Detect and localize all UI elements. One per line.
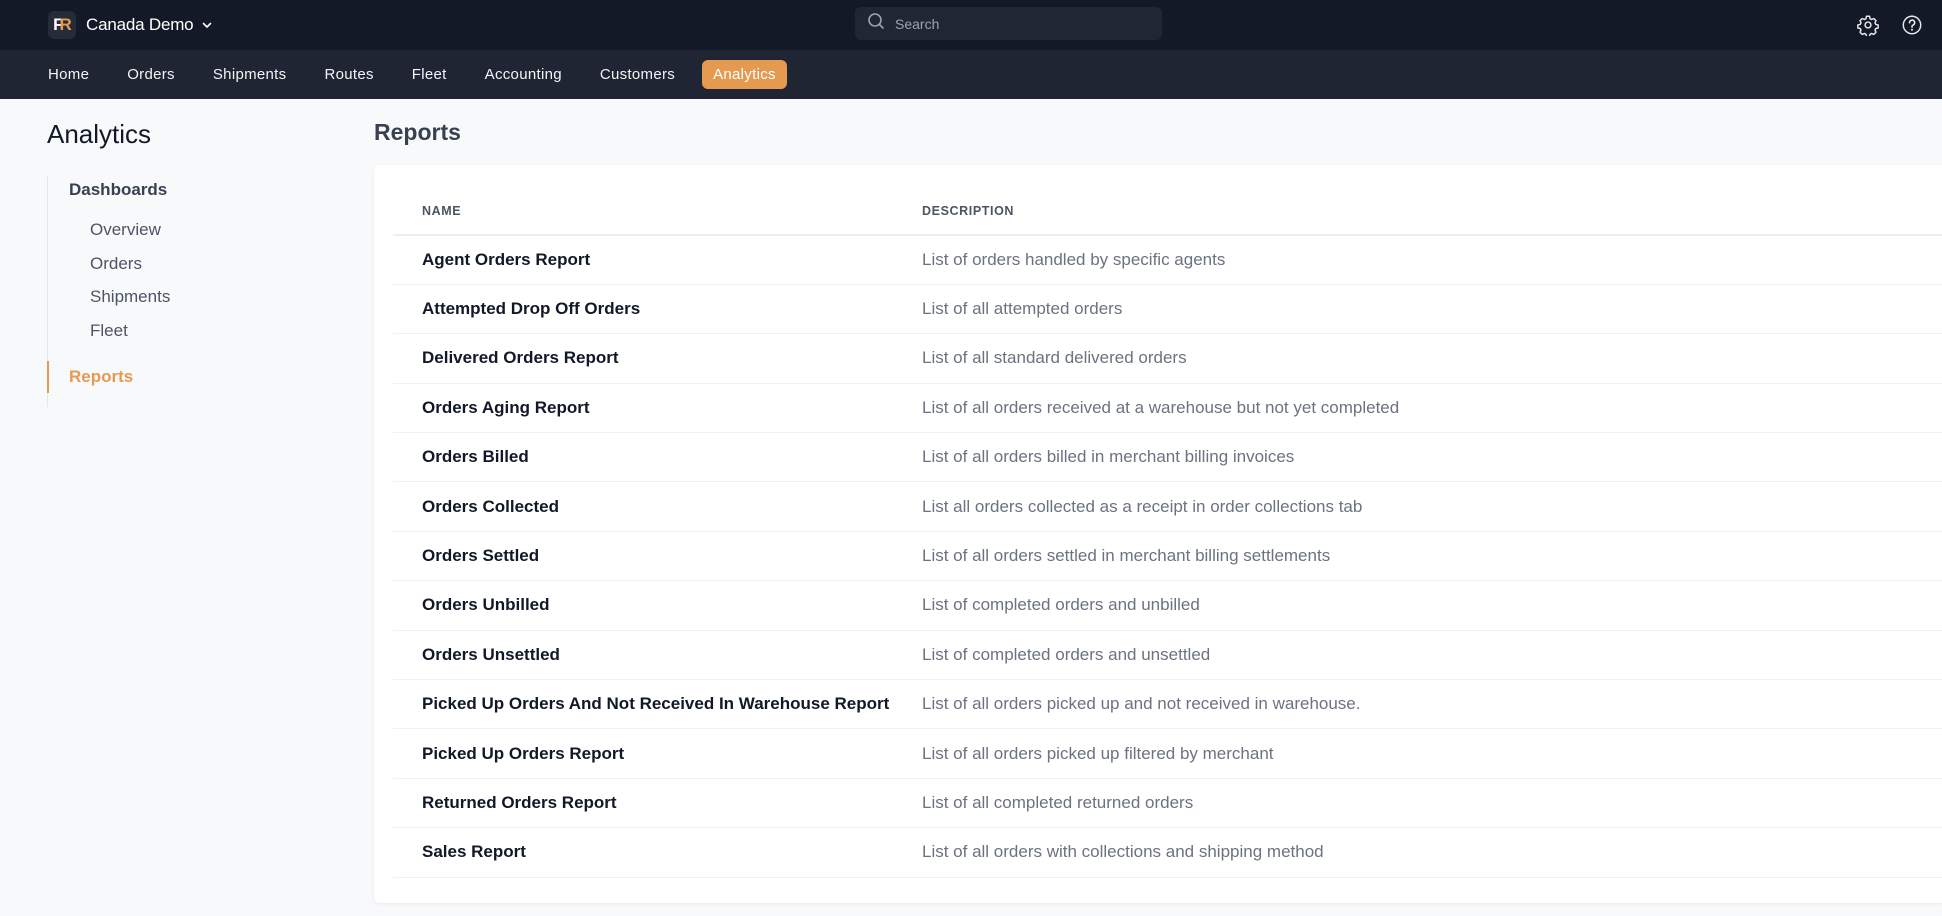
- report-name-link[interactable]: Picked Up Orders Report: [393, 728, 922, 779]
- table-header-row: NAME DESCRIPTION: [393, 187, 1942, 236]
- table-row[interactable]: Returned Orders Report List of all comple…: [393, 778, 1942, 829]
- sidebar-item-fleet[interactable]: Fleet: [48, 314, 374, 348]
- report-name-link[interactable]: Orders Unbilled: [393, 580, 922, 631]
- table-row[interactable]: Orders Billed List of all orders billed i…: [393, 432, 1942, 483]
- report-description: List of all orders received at a warehou…: [922, 383, 1942, 434]
- report-description: List of all orders picked up and not rec…: [922, 679, 1942, 730]
- sidebar-item-shipments[interactable]: Shipments: [48, 280, 374, 314]
- nav-item-shipments[interactable]: Shipments: [202, 60, 298, 89]
- nav-item-fleet[interactable]: Fleet: [401, 60, 458, 89]
- sidebar: Analytics Dashboards Overview Orders Shi…: [0, 99, 374, 916]
- sidebar-title: Analytics: [47, 119, 152, 149]
- nav-item-routes[interactable]: Routes: [313, 60, 384, 89]
- report-description: List of completed orders and unsettled: [922, 630, 1942, 681]
- column-header-description: DESCRIPTION: [922, 187, 1942, 236]
- nav-item-customers[interactable]: Customers: [589, 60, 686, 89]
- report-name-link[interactable]: Orders Billed: [393, 432, 922, 483]
- gear-icon[interactable]: [1856, 13, 1880, 37]
- search-input[interactable]: [895, 15, 1145, 32]
- organization-switcher[interactable]: FR Canada Demo: [48, 11, 213, 39]
- table-row[interactable]: Attempted Drop Off Orders List of all att…: [393, 284, 1942, 335]
- report-description: List of orders handled by specific agent…: [922, 235, 1942, 285]
- report-description: List of all orders settled in merchant b…: [922, 531, 1942, 582]
- sidebar-group-dashboards: Dashboards: [69, 180, 168, 199]
- page-title: Reports: [374, 119, 461, 145]
- reports-table: NAME DESCRIPTION Agent Orders Report List…: [393, 187, 1942, 878]
- search-box[interactable]: [855, 7, 1162, 40]
- nav-item-orders[interactable]: Orders: [116, 60, 186, 89]
- table-row[interactable]: Orders Collected List all orders collecte…: [393, 481, 1942, 532]
- report-description: List of all completed returned orders: [922, 778, 1942, 829]
- table-row[interactable]: Sales Report List of all orders with coll…: [393, 827, 1942, 878]
- nav-item-analytics[interactable]: Analytics: [702, 60, 787, 89]
- report-name-link[interactable]: Returned Orders Report: [393, 778, 922, 829]
- report-name-link[interactable]: Orders Collected: [393, 481, 922, 532]
- report-name-link[interactable]: Orders Unsettled: [393, 630, 922, 681]
- report-name-link[interactable]: Orders Settled: [393, 531, 922, 582]
- table-row[interactable]: Orders Settled List of all orders settled…: [393, 531, 1942, 582]
- report-description: List of all orders billed in merchant bi…: [922, 432, 1942, 483]
- report-description: List all orders collected as a receipt i…: [922, 481, 1942, 532]
- report-name-link[interactable]: Picked Up Orders And Not Received In War…: [393, 679, 922, 730]
- search-icon: [867, 12, 885, 35]
- report-description: List of completed orders and unbilled: [922, 580, 1942, 631]
- table-row[interactable]: Orders Aging Report List of all orders re…: [393, 383, 1942, 434]
- table-row[interactable]: Picked Up Orders And Not Received In War…: [393, 679, 1942, 730]
- table-row[interactable]: Agent Orders Report List of orders handle…: [393, 235, 1942, 285]
- nav-item-accounting[interactable]: Accounting: [474, 60, 573, 89]
- organization-name: Canada Demo: [86, 15, 194, 34]
- app-logo: FR: [48, 11, 76, 39]
- table-body: Agent Orders Report List of orders handle…: [393, 235, 1942, 878]
- report-name-link[interactable]: Delivered Orders Report: [393, 333, 922, 384]
- report-description: List of all attempted orders: [922, 284, 1942, 335]
- main-nav: Home Orders Shipments Routes Fleet Accou…: [0, 50, 1942, 99]
- sidebar-nav: Dashboards Overview Orders Shipments Fle…: [47, 176, 374, 407]
- report-name-link[interactable]: Attempted Drop Off Orders: [393, 284, 922, 335]
- chevron-down-icon: [201, 19, 213, 31]
- sidebar-item-reports[interactable]: Reports: [47, 361, 374, 393]
- report-description: List of all standard delivered orders: [922, 333, 1942, 384]
- main-panel: Reports NAME DESCRIPTION Agent Orders Re…: [374, 99, 1942, 916]
- table-row[interactable]: Orders Unsettled List of completed orders…: [393, 630, 1942, 681]
- sidebar-item-orders[interactable]: Orders: [48, 247, 374, 281]
- column-header-name: NAME: [393, 187, 922, 236]
- sidebar-item-overview[interactable]: Overview: [48, 213, 374, 247]
- table-row[interactable]: Orders Unbilled List of completed orders …: [393, 580, 1942, 631]
- report-name-link[interactable]: Orders Aging Report: [393, 383, 922, 434]
- top-bar: FR Canada Demo: [0, 0, 1942, 50]
- top-actions: [1856, 0, 1942, 50]
- report-description: List of all orders picked up filtered by…: [922, 728, 1942, 779]
- report-description: List of all orders with collections and …: [922, 827, 1942, 878]
- report-name-link[interactable]: Agent Orders Report: [393, 235, 922, 285]
- nav-item-home[interactable]: Home: [37, 60, 100, 89]
- table-row[interactable]: Picked Up Orders Report List of all order…: [393, 728, 1942, 779]
- table-row[interactable]: Delivered Orders Report List of all stand…: [393, 333, 1942, 384]
- reports-card: NAME DESCRIPTION Agent Orders Report List…: [374, 165, 1942, 903]
- content-area: Analytics Dashboards Overview Orders Shi…: [0, 99, 1942, 916]
- help-icon[interactable]: [1900, 13, 1924, 37]
- report-name-link[interactable]: Sales Report: [393, 827, 922, 878]
